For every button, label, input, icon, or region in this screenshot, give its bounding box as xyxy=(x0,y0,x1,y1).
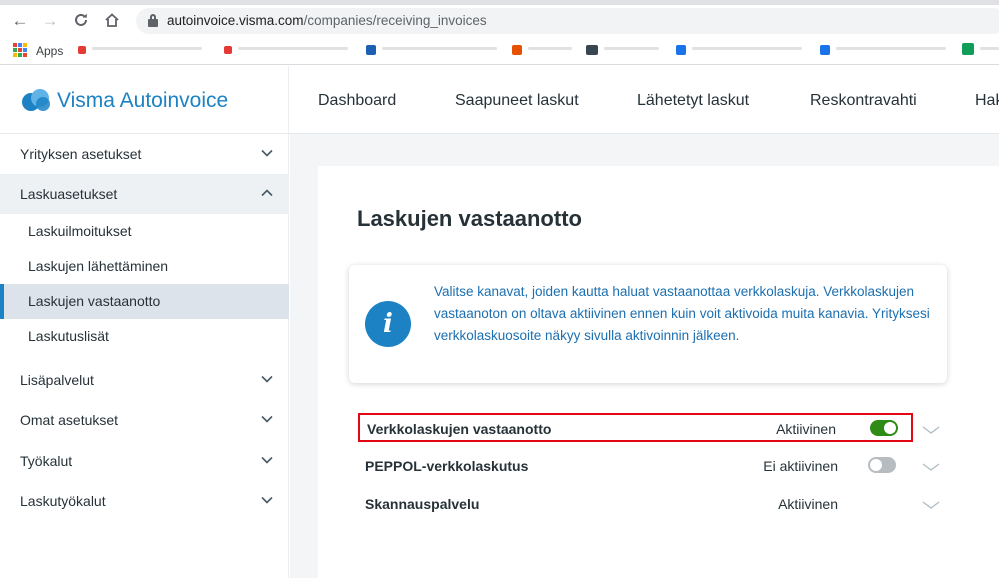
sidebar-item-lisapalvelut[interactable]: Lisäpalvelut xyxy=(0,360,289,400)
nav-dashboard[interactable]: Dashboard xyxy=(318,92,396,110)
channel-toggle[interactable] xyxy=(870,420,898,436)
chevron-up-icon xyxy=(261,189,273,197)
sidebar: Yrityksen asetukset Laskuasetukset Lasku… xyxy=(0,134,289,578)
apps-label[interactable]: Apps xyxy=(36,44,63,58)
sidebar-subitem-label: Laskujen lähettäminen xyxy=(28,258,169,274)
bookmark-blurred[interactable] xyxy=(692,47,802,50)
sidebar-item-label: Laskuasetukset xyxy=(20,186,118,202)
channel-row-peppol[interactable]: PEPPOL-verkkolaskutus Ei aktiivinen xyxy=(358,452,913,481)
channel-status: Ei aktiivinen xyxy=(763,458,838,474)
bookmark-blurred[interactable] xyxy=(238,47,348,50)
bookmark-blurred[interactable] xyxy=(528,47,572,50)
bookmark-favicon-icon[interactable] xyxy=(586,45,598,55)
bookmark-favicon-icon[interactable] xyxy=(224,46,232,54)
sidebar-item-omat-asetukset[interactable]: Omat asetukset xyxy=(0,400,289,440)
chevron-down-icon[interactable] xyxy=(922,461,940,473)
sidebar-item-label: Työkalut xyxy=(20,453,73,469)
bookmark-blurred[interactable] xyxy=(980,47,999,50)
logo-text: Visma Autoinvoice xyxy=(57,89,229,112)
chevron-down-icon xyxy=(261,496,273,504)
info-text: Valitse kanavat, joiden kautta haluat va… xyxy=(434,284,930,343)
chevron-down-icon xyxy=(261,415,273,423)
chevron-down-icon[interactable] xyxy=(922,424,940,436)
forward-arrow-icon[interactable]: → xyxy=(41,12,59,30)
sidebar-subitem-label: Laskujen vastaanotto xyxy=(28,293,161,309)
chevron-down-icon[interactable] xyxy=(922,499,940,511)
chevron-down-icon xyxy=(261,375,273,383)
nav-lahetetyt-laskut[interactable]: Lähetetyt laskut xyxy=(637,92,749,110)
bookmark-favicon-icon[interactable] xyxy=(78,46,86,54)
page-title: Laskujen vastaanotto xyxy=(357,206,582,231)
sidebar-subitem-label: Laskutuslisät xyxy=(28,328,109,344)
bookmark-blurred[interactable] xyxy=(604,47,659,50)
chevron-down-icon xyxy=(261,149,273,157)
sidebar-subitem-label: Laskuilmoitukset xyxy=(28,223,132,239)
sidebar-item-label: Laskutyökalut xyxy=(20,493,106,509)
chevron-down-icon xyxy=(261,456,273,464)
home-icon[interactable] xyxy=(103,12,121,30)
nav-reskontravahti[interactable]: Reskontravahti xyxy=(810,92,917,110)
channel-status: Aktiivinen xyxy=(778,496,838,512)
channel-name: Verkkolaskujen vastaanotto xyxy=(367,421,552,437)
sidebar-item-label: Lisäpalvelut xyxy=(20,372,94,388)
address-bar[interactable]: autoinvoice.visma.com/companies/receivin… xyxy=(136,8,999,34)
channel-name: PEPPOL-verkkolaskutus xyxy=(365,458,529,474)
sidebar-subitem-laskujen-vastaanotto[interactable]: Laskujen vastaanotto xyxy=(0,284,289,319)
browser-toolbar: ← → autoinvoice.visma.com/companies/rece… xyxy=(0,5,999,37)
back-arrow-icon[interactable]: ← xyxy=(11,12,29,30)
sidebar-subitem-laskutuslisat[interactable]: Laskutuslisät xyxy=(0,319,289,354)
channel-row-verkkolaskujen-vastaanotto[interactable]: Verkkolaskujen vastaanotto Aktiivinen xyxy=(358,413,913,442)
visma-cloud-logo-icon xyxy=(22,89,50,111)
bookmark-blurred[interactable] xyxy=(382,47,497,50)
main-content: Laskujen vastaanotto i Valitse kanavat, … xyxy=(290,134,999,578)
bookmark-favicon-icon[interactable] xyxy=(676,45,686,55)
sidebar-subitem-laskuilmoitukset[interactable]: Laskuilmoitukset xyxy=(0,214,289,249)
bookmark-favicon-icon[interactable] xyxy=(962,43,974,55)
url-host: autoinvoice.visma.com xyxy=(167,13,304,28)
sidebar-item-tyokalut[interactable]: Työkalut xyxy=(0,441,289,481)
bookmark-favicon-icon[interactable] xyxy=(820,45,830,55)
nav-saapuneet-laskut[interactable]: Saapuneet laskut xyxy=(455,92,579,110)
sidebar-subitem-laskujen-lahettaminen[interactable]: Laskujen lähettäminen xyxy=(0,249,289,284)
apps-grid-icon[interactable] xyxy=(13,43,27,57)
sidebar-item-label: Yrityksen asetukset xyxy=(20,146,142,162)
app-header: Visma Autoinvoice Dashboard Saapuneet la… xyxy=(0,66,999,134)
bookmark-favicon-icon[interactable] xyxy=(366,45,376,55)
info-box: i Valitse kanavat, joiden kautta haluat … xyxy=(349,265,947,383)
channel-name: Skannauspalvelu xyxy=(365,496,480,512)
toggle-knob xyxy=(884,422,896,434)
sidebar-item-laskuasetukset[interactable]: Laskuasetukset xyxy=(0,174,289,214)
sidebar-item-yrityksen-asetukset[interactable]: Yrityksen asetukset xyxy=(0,134,289,174)
sidebar-item-laskutyokalut[interactable]: Laskutyökalut xyxy=(0,481,289,521)
lock-icon xyxy=(148,14,158,27)
bookmark-favicon-icon[interactable] xyxy=(512,45,522,55)
channel-status: Aktiivinen xyxy=(776,421,836,437)
nav-hak[interactable]: Hak xyxy=(975,92,999,110)
content-card: Laskujen vastaanotto i Valitse kanavat, … xyxy=(318,166,999,578)
channel-row-skannauspalvelu[interactable]: Skannauspalvelu Aktiivinen xyxy=(358,490,913,519)
channel-toggle[interactable] xyxy=(868,457,896,473)
sidebar-item-label: Omat asetukset xyxy=(20,412,119,428)
url-path: /companies/receiving_invoices xyxy=(303,13,487,28)
info-icon: i xyxy=(365,301,411,347)
bookmark-blurred[interactable] xyxy=(836,47,946,50)
logo-area[interactable]: Visma Autoinvoice xyxy=(0,66,289,134)
toggle-knob xyxy=(870,459,882,471)
reload-icon[interactable] xyxy=(72,12,90,30)
bookmark-blurred[interactable] xyxy=(92,47,202,50)
bookmarks-bar: Apps xyxy=(0,37,999,65)
url-text: autoinvoice.visma.com/companies/receivin… xyxy=(167,13,487,28)
